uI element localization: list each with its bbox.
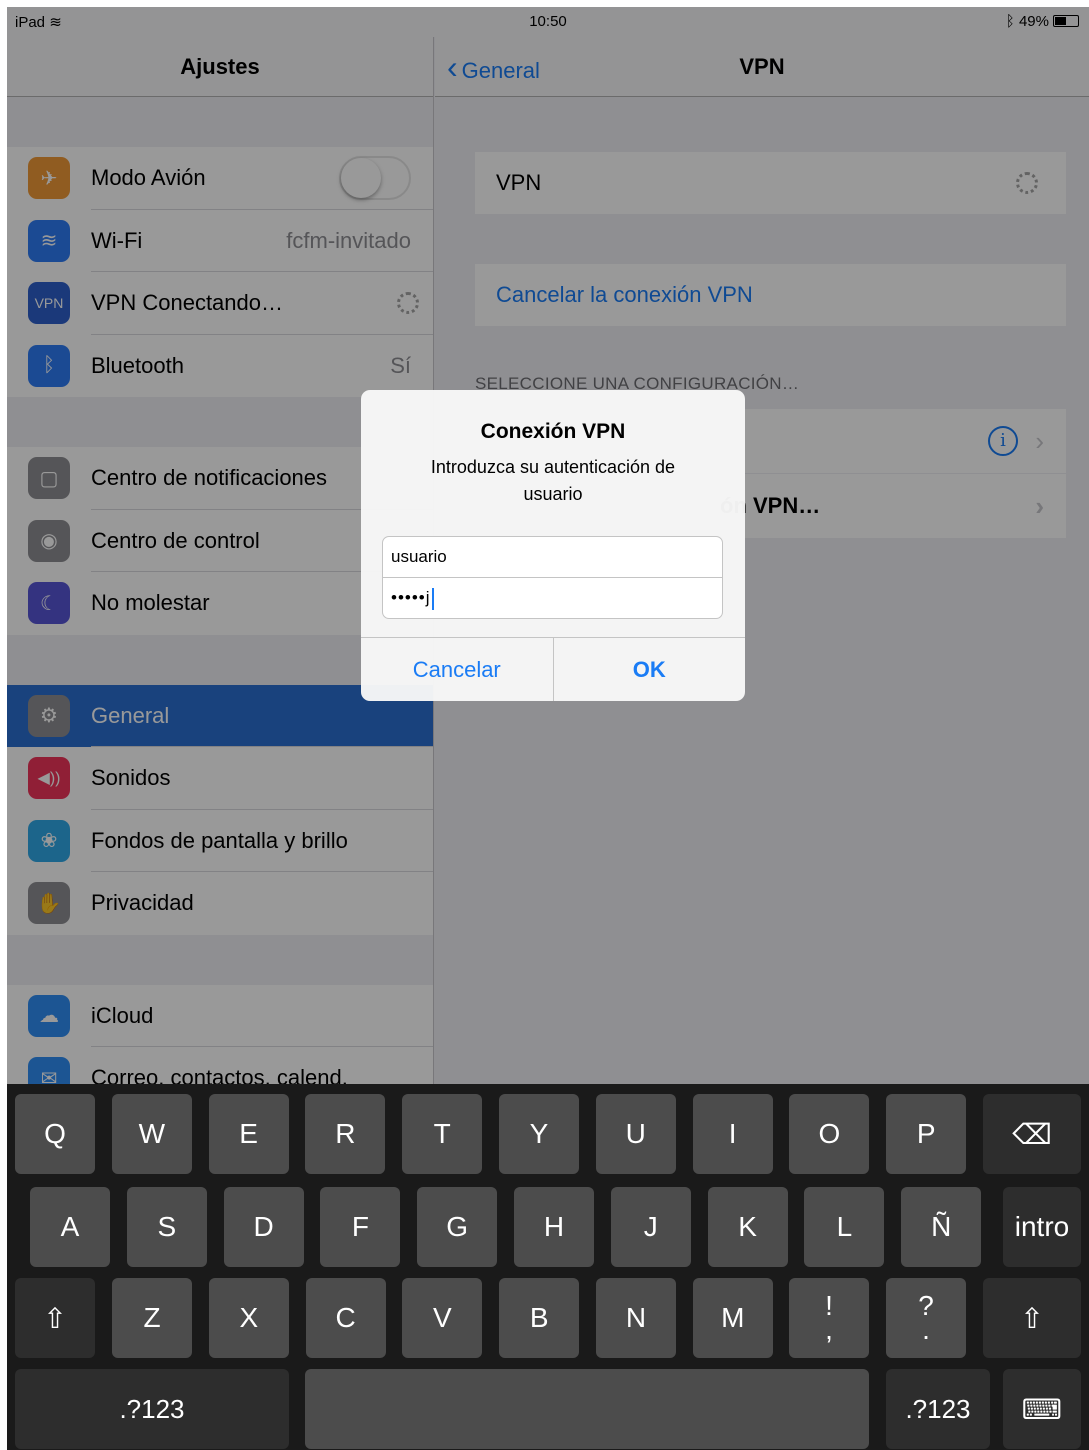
shift-left-key[interactable]: ⇧: [15, 1278, 95, 1358]
key-i[interactable]: I: [692, 1094, 773, 1174]
key-p[interactable]: P: [886, 1094, 967, 1174]
key-t[interactable]: T: [402, 1094, 483, 1174]
key-b[interactable]: B: [499, 1278, 580, 1358]
key-m[interactable]: M: [692, 1278, 773, 1358]
key-glyph: .: [922, 1314, 930, 1345]
key-l[interactable]: L: [804, 1187, 885, 1267]
key-k[interactable]: K: [707, 1187, 788, 1267]
key-r[interactable]: R: [305, 1094, 386, 1174]
dialog-title: Conexión VPN: [480, 420, 626, 443]
key-o[interactable]: O: [789, 1094, 870, 1174]
key-w[interactable]: W: [111, 1094, 192, 1174]
return-key[interactable]: intro: [1003, 1187, 1081, 1267]
ipad-screen: iPad ≋ 10:50 ᛒ 49% Ajustes ✈ Modo Avión …: [7, 7, 1089, 1450]
key-f[interactable]: F: [320, 1187, 401, 1267]
key-z[interactable]: Z: [112, 1278, 192, 1358]
ok-button[interactable]: OK: [552, 638, 746, 701]
key-y[interactable]: Y: [499, 1094, 579, 1174]
key-q[interactable]: Q: [15, 1094, 95, 1174]
password-mask: •••••j: [391, 588, 431, 607]
text-caret: [431, 587, 434, 610]
password-field[interactable]: •••••j: [382, 577, 723, 619]
key-question-period[interactable]: ?.: [886, 1278, 966, 1358]
space-key[interactable]: [305, 1369, 869, 1449]
key-ñ[interactable]: Ñ: [901, 1187, 982, 1267]
backspace-key[interactable]: ⌫: [983, 1094, 1081, 1174]
cancel-button[interactable]: Cancelar: [361, 638, 553, 701]
key-j[interactable]: J: [610, 1187, 691, 1267]
shift-right-key[interactable]: ⇧: [983, 1278, 1081, 1358]
vpn-auth-dialog: Conexión VPN Introduzca su autenticación…: [361, 390, 745, 701]
numbers-key-left[interactable]: .?123: [15, 1369, 289, 1449]
key-g[interactable]: G: [417, 1187, 498, 1267]
key-e[interactable]: E: [208, 1094, 289, 1174]
key-x[interactable]: X: [208, 1278, 289, 1358]
username-field[interactable]: usuario: [382, 536, 723, 578]
key-a[interactable]: A: [30, 1187, 110, 1267]
key-exclamation-comma[interactable]: !,: [789, 1278, 869, 1358]
dialog-buttons: Cancelar OK: [361, 637, 745, 701]
numbers-key-right[interactable]: .?123: [886, 1369, 990, 1449]
key-c[interactable]: C: [305, 1278, 386, 1358]
key-v[interactable]: V: [402, 1278, 483, 1358]
key-u[interactable]: U: [595, 1094, 676, 1174]
key-n[interactable]: N: [596, 1278, 676, 1358]
dialog-message: Introduzca su autenticación de usuario: [430, 457, 676, 504]
key-d[interactable]: D: [223, 1187, 304, 1267]
key-glyph: ,: [825, 1314, 833, 1345]
key-s[interactable]: S: [126, 1187, 207, 1267]
keyboard-icon: ⌨: [1021, 1393, 1063, 1425]
hide-keyboard-key[interactable]: ⌨: [1003, 1369, 1081, 1449]
on-screen-keyboard: Q W E R T Y U I O P ⌫ A S D F G H J K L Ñintro ⇧ Z X C V B N M!,?. ⇧.…: [7, 1084, 1089, 1450]
key-h[interactable]: H: [514, 1187, 594, 1267]
